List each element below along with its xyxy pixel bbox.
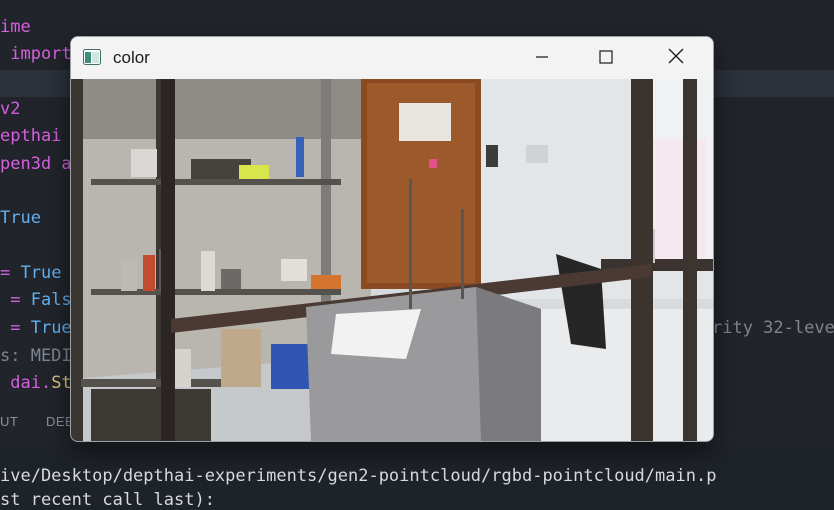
code-token: import <box>0 44 72 64</box>
code-line-9: = True <box>0 318 72 338</box>
close-button[interactable] <box>653 37 699 79</box>
minimize-button[interactable] <box>519 37 565 79</box>
code-token: dai. <box>0 373 52 393</box>
code-line-6: True <box>0 208 41 228</box>
code-token: True <box>30 318 72 338</box>
code-token: ime <box>0 17 31 37</box>
minimize-icon <box>535 49 549 68</box>
code-token: v2 <box>0 99 21 119</box>
code-token: Fals <box>30 290 72 310</box>
code-token: epthai <box>0 126 62 146</box>
camera-image <box>71 79 713 441</box>
code-comment: rity 32-leve <box>712 318 834 338</box>
code-token: = <box>0 263 21 283</box>
code-line-3: v2 <box>0 99 20 119</box>
code-token: = <box>0 290 31 310</box>
code-token: True <box>0 208 41 228</box>
code-token: s: MEDI <box>0 346 72 366</box>
window-titlebar[interactable]: color <box>71 37 713 79</box>
code-line-1: ime <box>0 17 31 37</box>
code-line-5: pen3d a <box>0 154 72 174</box>
code-line-4: epthai <box>0 126 61 146</box>
code-line-8: = Fals <box>0 290 72 310</box>
maximize-button[interactable] <box>583 37 629 79</box>
window-title: color <box>113 48 150 67</box>
code-line-11: dai.St <box>0 373 72 393</box>
code-line-10: s: MEDI <box>0 346 72 366</box>
close-icon <box>668 48 684 68</box>
code-token: = <box>0 318 31 338</box>
app-window-icon <box>83 49 101 65</box>
terminal[interactable]: ive/Desktop/depthai-experiments/gen2-poi… <box>0 446 834 510</box>
terminal-line-1: ive/Desktop/depthai-experiments/gen2-poi… <box>0 466 717 486</box>
color-window[interactable]: color <box>70 36 714 442</box>
terminal-line-2: st recent call last): <box>0 490 215 510</box>
code-line-2: import <box>0 44 72 64</box>
maximize-icon <box>599 49 613 68</box>
code-token: True <box>20 263 62 283</box>
code-token: pen3d a <box>0 154 72 174</box>
tab-output[interactable]: UT <box>0 414 18 429</box>
camera-frame <box>71 79 713 441</box>
code-token: St <box>51 373 72 393</box>
code-line-7: = True <box>0 263 61 283</box>
